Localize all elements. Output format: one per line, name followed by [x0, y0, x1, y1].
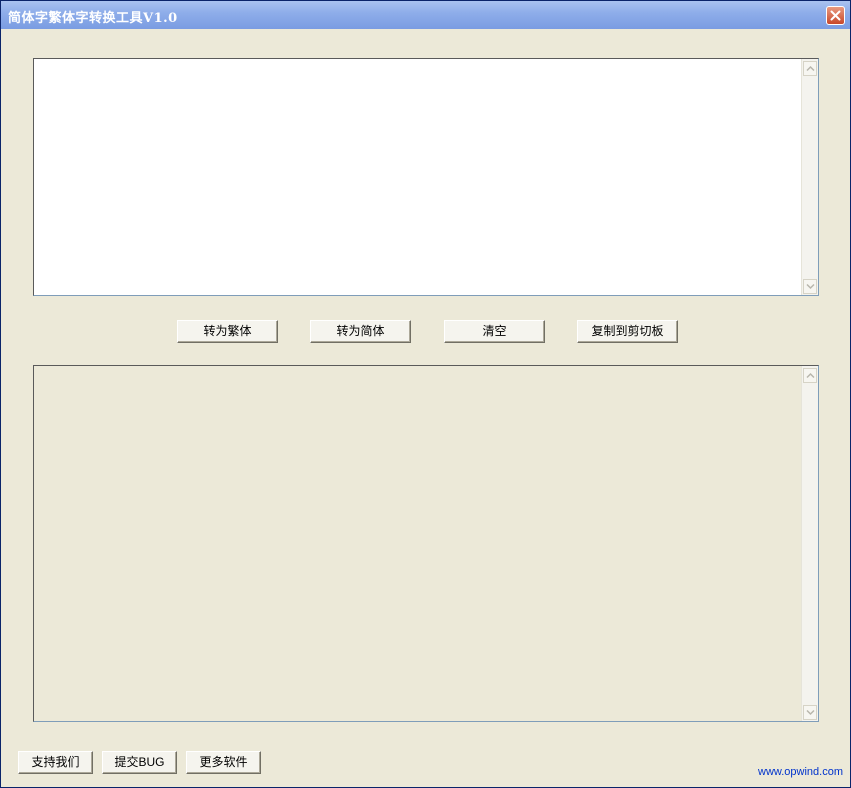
close-icon	[830, 10, 841, 21]
scroll-down-arrow-icon	[806, 709, 815, 716]
input-scroll-down-button[interactable]	[803, 279, 817, 294]
input-scroll-up-button[interactable]	[803, 61, 817, 76]
report-bug-button[interactable]: 提交BUG	[102, 751, 177, 774]
scroll-down-arrow-icon	[806, 283, 815, 290]
scroll-up-arrow-icon	[806, 65, 815, 72]
convert-to-simplified-button[interactable]: 转为简体	[310, 320, 411, 343]
output-textarea[interactable]	[33, 365, 819, 722]
more-software-button[interactable]: 更多软件	[186, 751, 261, 774]
convert-to-traditional-button[interactable]: 转为繁体	[177, 320, 278, 343]
clear-button[interactable]: 清空	[444, 320, 545, 343]
input-textarea[interactable]	[33, 58, 819, 296]
window-title: 简体字繁体字转换工具V1.0	[8, 11, 178, 26]
output-scroll-up-button[interactable]	[803, 368, 817, 383]
support-us-button[interactable]: 支持我们	[18, 751, 93, 774]
copy-to-clipboard-button[interactable]: 复制到剪切板	[577, 320, 678, 343]
output-scroll-down-button[interactable]	[803, 705, 817, 720]
title-bar[interactable]: 简体字繁体字转换工具V1.0	[1, 1, 850, 29]
input-scrollbar[interactable]	[801, 59, 818, 295]
website-link[interactable]: www.opwind.com	[758, 766, 843, 778]
app-window: 简体字繁体字转换工具V1.0 转为繁体 转为简体 清空 复制到剪切板 支持我们 …	[0, 0, 851, 788]
output-scrollbar[interactable]	[801, 366, 818, 721]
close-button[interactable]	[826, 6, 845, 25]
scroll-up-arrow-icon	[806, 372, 815, 379]
